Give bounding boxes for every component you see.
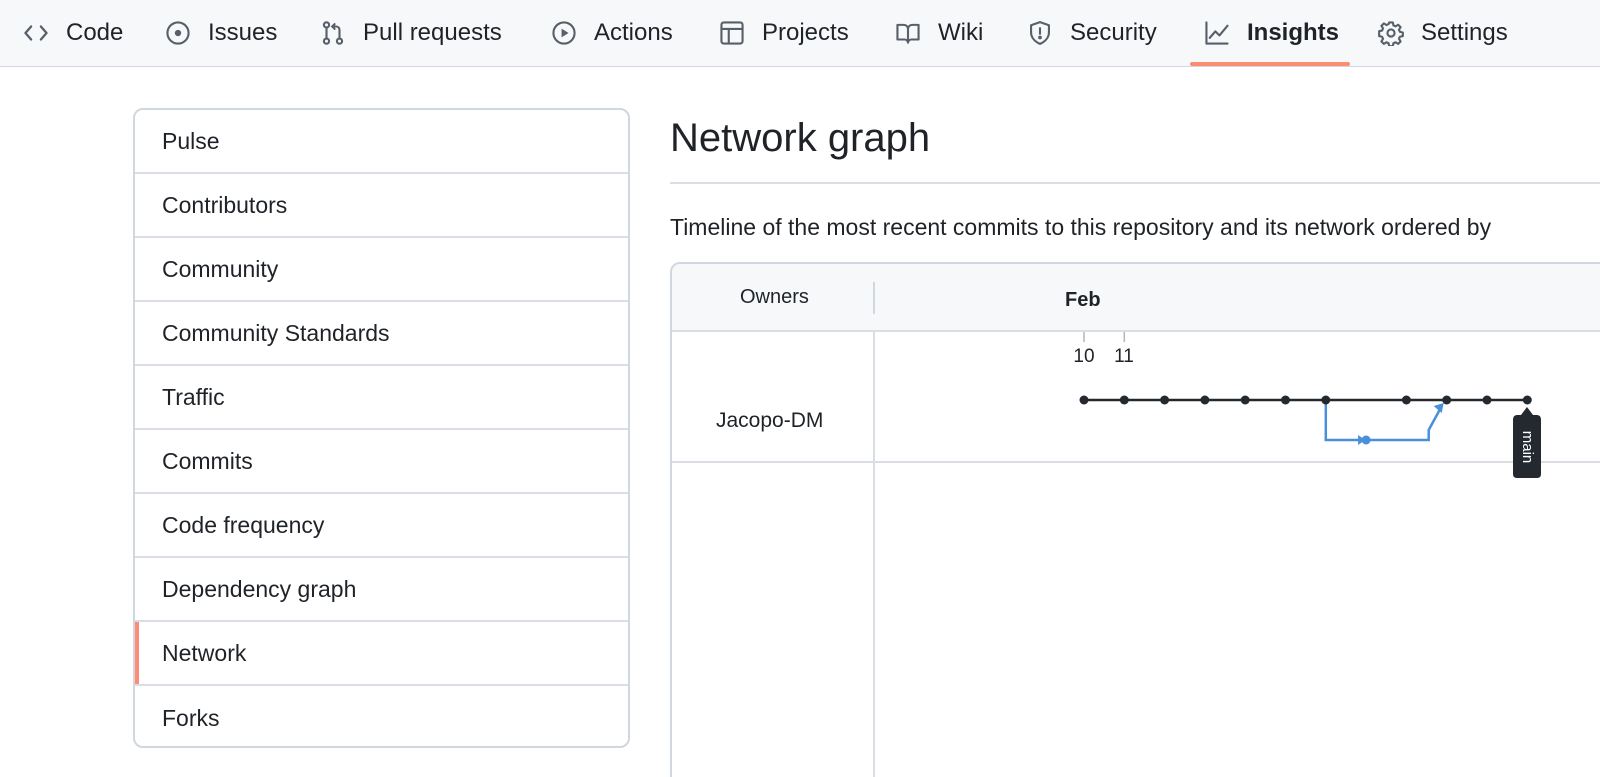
sidebar-item-network[interactable]: Network: [135, 622, 628, 686]
sidebar-item-dependency-graph[interactable]: Dependency graph: [135, 558, 628, 622]
pull-request-icon: [319, 19, 347, 47]
page-title: Network graph: [670, 116, 931, 160]
issue-icon: [164, 19, 192, 47]
sidebar-item-forks[interactable]: Forks: [135, 686, 628, 746]
tab-wiki-label: Wiki: [938, 19, 984, 46]
active-tab-indicator: [1190, 62, 1350, 66]
commit-dot[interactable]: [1200, 395, 1210, 405]
sidebar-item-community[interactable]: Community: [135, 238, 628, 302]
page-description: Timeline of the most recent commits to t…: [670, 214, 1492, 240]
branch-merge-line: [1366, 407, 1442, 442]
commit-dot[interactable]: [1281, 395, 1290, 405]
sidebar-item-commits[interactable]: Commits: [135, 430, 628, 494]
sidebar-item-community-standards[interactable]: Community Standards: [135, 302, 628, 366]
commit-dot[interactable]: [1160, 395, 1170, 405]
commit-dot[interactable]: [1119, 395, 1129, 405]
sidebar-item-traffic[interactable]: Traffic: [135, 366, 628, 430]
tab-code[interactable]: Code: [22, 0, 123, 66]
tab-projects[interactable]: Projects: [718, 0, 849, 66]
day-label: 11: [1114, 346, 1134, 367]
branch-label-main[interactable]: main: [1513, 407, 1541, 478]
commit-dot[interactable]: [1079, 395, 1089, 405]
tab-pull-requests[interactable]: Pull requests: [319, 0, 502, 66]
title-divider: [670, 182, 1600, 184]
commit-dot[interactable]: [1442, 395, 1452, 405]
tab-settings[interactable]: Settings: [1377, 0, 1508, 66]
tab-security[interactable]: Security: [1026, 0, 1157, 66]
tab-projects-label: Projects: [762, 19, 849, 46]
sidebar-item-code-frequency[interactable]: Code frequency: [135, 494, 628, 558]
tab-issues[interactable]: Issues: [164, 0, 277, 66]
commit-dot[interactable]: [1482, 395, 1492, 405]
repo-nav-bar: Code Issues Pull requests Actions Projec…: [0, 0, 1600, 67]
tab-code-label: Code: [66, 19, 124, 46]
graph-icon: [1203, 19, 1231, 47]
sidebar-item-contributors[interactable]: Contributors: [135, 174, 628, 238]
branch-commit-dot[interactable]: [1361, 435, 1371, 445]
sidebar-item-pulse[interactable]: Pulse: [135, 110, 628, 174]
tab-security-label: Security: [1070, 19, 1157, 46]
tab-insights[interactable]: Insights: [1203, 0, 1339, 66]
tab-issues-label: Issues: [208, 19, 278, 46]
tab-actions[interactable]: Actions: [550, 0, 673, 66]
play-icon: [550, 19, 578, 47]
tab-insights-label: Insights: [1247, 19, 1340, 46]
network-graph-panel[interactable]: Owners Feb Jacopo-DM 10 11 main: [670, 262, 1600, 777]
commit-dot[interactable]: [1522, 395, 1532, 405]
code-icon: [22, 19, 50, 47]
insights-sidebar: Pulse Contributors Community Community S…: [133, 108, 630, 748]
tab-wiki[interactable]: Wiki: [894, 0, 983, 66]
network-graph-canvas[interactable]: 10 11 main: [672, 264, 1600, 777]
tab-actions-label: Actions: [594, 19, 673, 46]
shield-icon: [1026, 19, 1054, 47]
branch-label-text: main: [1519, 431, 1536, 464]
gear-icon: [1377, 19, 1405, 47]
commit-dot[interactable]: [1240, 395, 1250, 405]
commit-dot[interactable]: [1321, 395, 1331, 405]
day-label: 10: [1073, 346, 1094, 367]
table-icon: [718, 19, 746, 47]
tab-settings-label: Settings: [1421, 19, 1508, 46]
branch-out-line: [1324, 400, 1361, 442]
book-icon: [894, 19, 922, 47]
commit-dot[interactable]: [1401, 395, 1411, 405]
tab-pull-requests-label: Pull requests: [363, 19, 502, 46]
